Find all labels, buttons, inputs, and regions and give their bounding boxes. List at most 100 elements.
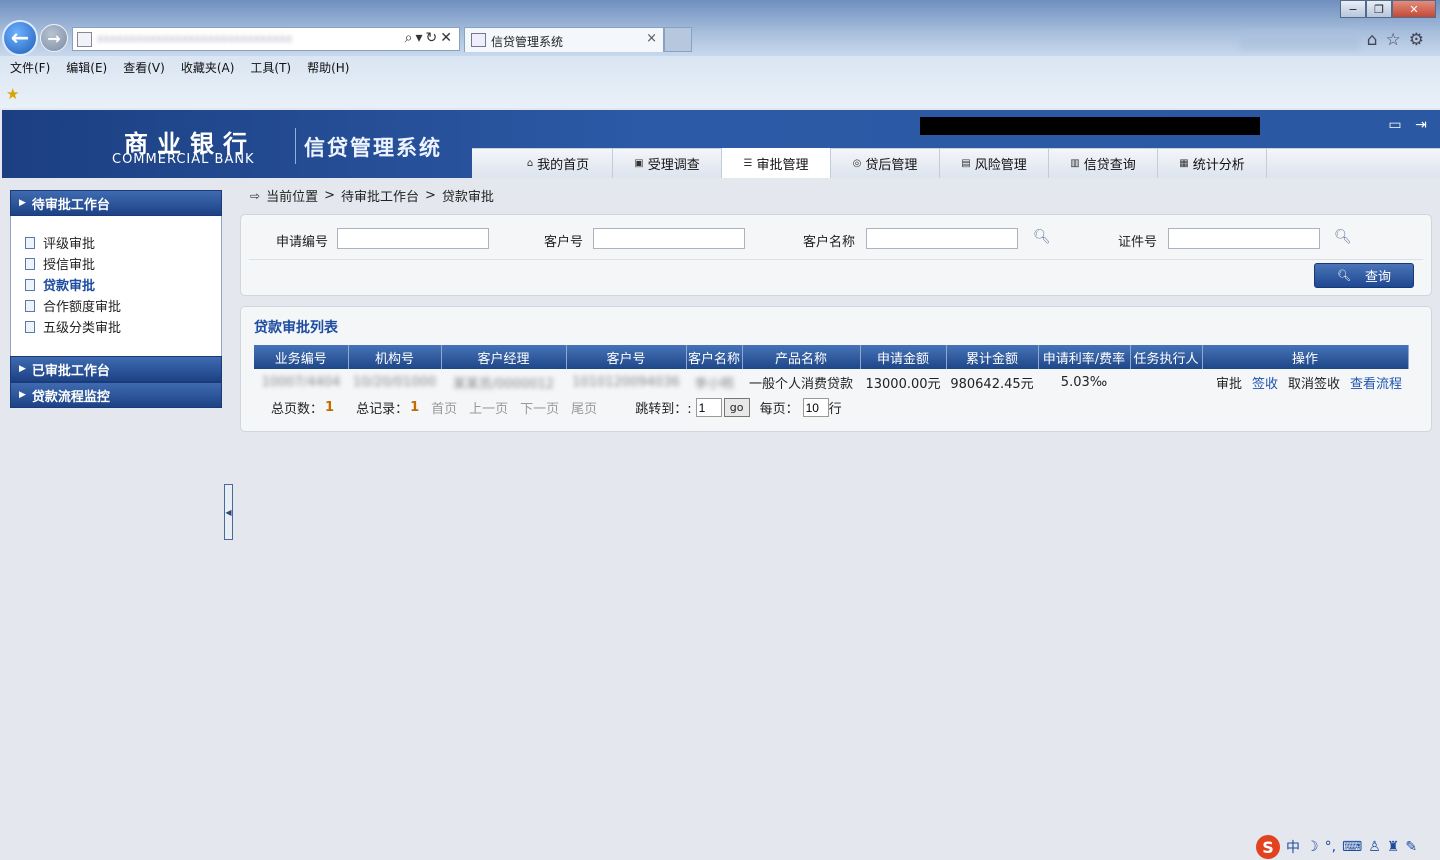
sidebar-item-rating-approval[interactable]: 评级审批 bbox=[11, 232, 221, 253]
cell-actions: 审批 签收 取消签收 查看流程 bbox=[1202, 369, 1408, 395]
browser-tab[interactable]: 信贷管理系统 × bbox=[464, 27, 664, 52]
ime-mode-toggle[interactable]: 中 bbox=[1286, 837, 1300, 857]
restore-button[interactable]: ❐ bbox=[1366, 0, 1392, 18]
system-title: 信贷管理系统 bbox=[304, 136, 442, 160]
tab-stats[interactable]: ▦ 统计分析 bbox=[1158, 148, 1267, 178]
section-label: 待审批工作台 bbox=[31, 197, 110, 213]
search-divider bbox=[249, 259, 1423, 260]
moon-icon[interactable]: ☽ bbox=[1306, 839, 1319, 855]
cust-name-input[interactable] bbox=[866, 228, 1018, 249]
approval-icon: ☰ bbox=[743, 157, 753, 169]
ime-logo-icon[interactable]: S bbox=[1256, 835, 1280, 859]
menu-tools[interactable]: 工具(T) bbox=[250, 56, 307, 80]
cell-org-no: 10/20/01000 bbox=[352, 374, 437, 390]
desktop-icon[interactable]: ▭ bbox=[1386, 116, 1404, 134]
logout-icon[interactable]: ⇥ bbox=[1412, 116, 1430, 134]
breadcrumb-level1[interactable]: 待审批工作台 bbox=[341, 186, 419, 205]
menu-favorites[interactable]: 收藏夹(A) bbox=[181, 56, 251, 80]
cust-no-label: 客户号 bbox=[544, 235, 584, 250]
sidebar-collapse-handle[interactable]: ◀ bbox=[224, 484, 233, 540]
jump-page-input[interactable] bbox=[695, 398, 722, 417]
sign-link[interactable]: 签收 bbox=[1252, 377, 1278, 392]
col-header: 申请利率/费率 bbox=[1038, 345, 1131, 369]
col-header: 客户号 bbox=[566, 345, 687, 369]
minimize-button[interactable]: − bbox=[1340, 0, 1366, 18]
menu-edit[interactable]: 编辑(E) bbox=[66, 56, 123, 80]
back-button[interactable]: ← bbox=[2, 20, 38, 56]
breadcrumb: ⇨ 当前位置 > 待审批工作台 > 贷款审批 bbox=[250, 186, 494, 205]
wrench-icon[interactable]: ✎ bbox=[1405, 839, 1417, 855]
cust-name-lookup-icon[interactable]: 🔍︎ bbox=[1033, 229, 1051, 245]
survey-icon: ▣ bbox=[634, 157, 644, 169]
tab-query[interactable]: ▥ 信贷查询 bbox=[1049, 148, 1158, 178]
search-icon: 🔍︎ bbox=[1337, 269, 1351, 282]
punctuation-icon[interactable]: °, bbox=[1325, 839, 1336, 855]
cancel-sign-link[interactable]: 取消签收 bbox=[1288, 377, 1340, 392]
approve-link[interactable]: 审批 bbox=[1216, 377, 1242, 392]
settings-gear-icon[interactable]: ⚙ bbox=[1409, 30, 1432, 50]
tab-risk[interactable]: ▤ 风险管理 bbox=[940, 148, 1049, 178]
sidebar-item-label: 评级审批 bbox=[43, 237, 96, 252]
search-panel: 申请编号 客户号 客户名称 🔍︎ 证件号 🔍︎ 🔍︎ 查询 bbox=[240, 214, 1432, 296]
skin-icon[interactable]: ♜ bbox=[1387, 839, 1400, 855]
sidebar-section-approved[interactable]: ▶ 已审批工作台 bbox=[10, 356, 222, 382]
favorites-bar: ★ bbox=[0, 80, 1440, 108]
prev-page-link[interactable]: 上一页 bbox=[469, 398, 508, 417]
tab-approval[interactable]: ☰ 审批管理 bbox=[722, 148, 831, 178]
collapse-arrow-icon: ◀ bbox=[225, 507, 232, 517]
tab-survey[interactable]: ▣ 受理调查 bbox=[613, 148, 722, 178]
next-page-link[interactable]: 下一页 bbox=[520, 398, 559, 417]
favorites-star-icon[interactable]: ☆ bbox=[1386, 30, 1409, 50]
address-bar[interactable]: xxxxxxxxxxxxxxxxxxxxxxxxxxxxxx ⌕▾↻✕ bbox=[72, 27, 460, 51]
forward-button[interactable]: → bbox=[40, 24, 68, 52]
cell-product: 一般个人消费贷款 bbox=[748, 376, 853, 392]
browser-menubar: 文件(F) 编辑(E) 查看(V) 收藏夹(A) 工具(T) 帮助(H) bbox=[0, 56, 1440, 80]
sidebar-section-pending[interactable]: ▶ 待审批工作台 bbox=[10, 190, 222, 216]
sidebar-item-five-level-approval[interactable]: 五级分类审批 bbox=[11, 316, 221, 337]
cert-no-input[interactable] bbox=[1168, 228, 1320, 249]
query-button[interactable]: 🔍︎ 查询 bbox=[1314, 263, 1414, 288]
sidebar-item-coop-limit-approval[interactable]: 合作额度审批 bbox=[11, 295, 221, 316]
loan-approval-table: 业务编号 机构号 客户经理 客户号 客户名称 产品名称 申请金额 累计金额 申请… bbox=[254, 345, 1409, 395]
tab-home[interactable]: ⌂ 我的首页 bbox=[504, 148, 613, 178]
new-tab-button[interactable] bbox=[664, 27, 692, 52]
sidebar-section-monitor[interactable]: ▶ 贷款流程监控 bbox=[10, 382, 222, 408]
section-label: 已审批工作台 bbox=[31, 363, 110, 379]
menu-file[interactable]: 文件(F) bbox=[10, 56, 66, 80]
last-page-link[interactable]: 尾页 bbox=[571, 398, 597, 417]
menu-view[interactable]: 查看(V) bbox=[123, 56, 181, 80]
tab-title: 信贷管理系统 bbox=[491, 35, 564, 49]
view-flow-link[interactable]: 查看流程 bbox=[1350, 377, 1402, 392]
address-actions-icon[interactable]: ⌕▾↻✕ bbox=[405, 30, 455, 46]
cert-no-lookup-icon[interactable]: 🔍︎ bbox=[1334, 229, 1352, 245]
total-records-value: 1 bbox=[410, 400, 420, 415]
tab-close-icon[interactable]: × bbox=[646, 31, 657, 46]
cust-no-input[interactable] bbox=[593, 228, 745, 249]
risk-icon: ▤ bbox=[961, 157, 971, 169]
user-icon[interactable]: ♙ bbox=[1368, 839, 1381, 855]
first-page-link[interactable]: 首页 bbox=[431, 398, 457, 417]
keyboard-icon[interactable]: ⌨ bbox=[1342, 839, 1362, 855]
tab-postloan[interactable]: ◎ 贷后管理 bbox=[831, 148, 940, 178]
total-records-label: 总记录： bbox=[356, 402, 409, 417]
sidebar-item-credit-approval[interactable]: 授信审批 bbox=[11, 253, 221, 274]
go-button[interactable]: go bbox=[723, 398, 750, 417]
home-icon[interactable]: ⌂ bbox=[1367, 30, 1386, 50]
window-controls: − ❐ ✕ bbox=[1340, 0, 1436, 18]
total-pages-value: 1 bbox=[325, 400, 335, 415]
menu-help[interactable]: 帮助(H) bbox=[307, 56, 365, 80]
tab-label: 审批管理 bbox=[756, 157, 809, 173]
stats-icon: ▦ bbox=[1179, 157, 1189, 169]
per-page-input[interactable] bbox=[802, 398, 829, 417]
table-row: 10007/4404 10/20/01000 某某员/0000012 10101… bbox=[254, 369, 1408, 395]
add-favorite-icon[interactable]: ★ bbox=[6, 85, 19, 103]
cust-name-label: 客户名称 bbox=[803, 235, 856, 250]
expand-arrow-icon: ▶ bbox=[19, 364, 26, 374]
query-icon: ▥ bbox=[1070, 157, 1080, 169]
app-no-input[interactable] bbox=[337, 228, 489, 249]
sidebar-item-loan-approval[interactable]: 贷款审批 bbox=[11, 274, 221, 295]
close-window-button[interactable]: ✕ bbox=[1392, 0, 1436, 18]
cell-cust-no: 1010120094036 bbox=[572, 374, 680, 390]
sidebar-item-label: 贷款审批 bbox=[43, 279, 96, 294]
sidebar-item-label: 五级分类审批 bbox=[43, 321, 122, 336]
